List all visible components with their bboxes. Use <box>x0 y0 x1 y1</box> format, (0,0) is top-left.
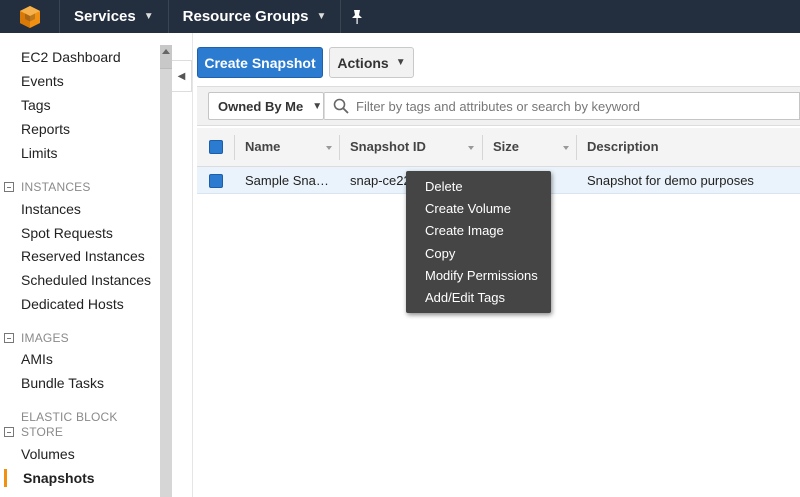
actions-button[interactable]: Actions ▼ <box>329 47 414 78</box>
section-title: STORE <box>21 425 64 439</box>
resource-groups-menu[interactable]: Resource Groups ▼ <box>169 0 342 33</box>
section-title: INSTANCES <box>21 180 91 194</box>
collapse-sidebar-button[interactable]: ◀ <box>172 60 192 92</box>
sidebar-section-images[interactable]: IMAGES <box>4 331 69 345</box>
search-placeholder: Filter by tags and attributes or search … <box>356 98 640 114</box>
sort-icon[interactable] <box>563 146 569 150</box>
sidebar-item-volumes[interactable]: Volumes <box>21 446 75 462</box>
select-all-checkbox[interactable] <box>209 140 223 154</box>
menu-item-modify-permissions[interactable]: Modify Permissions <box>425 268 538 283</box>
sidebar-item-dedicated-hosts[interactable]: Dedicated Hosts <box>21 296 124 312</box>
owner-filter-value: Owned By Me <box>218 98 304 114</box>
aws-cube-icon[interactable] <box>0 0 60 33</box>
sidebar-item-ec2-dashboard[interactable]: EC2 Dashboard <box>21 49 121 65</box>
search-icon <box>333 98 349 114</box>
column-header-name[interactable]: Name <box>245 139 280 154</box>
column-divider <box>339 135 340 160</box>
menu-item-add-edit-tags[interactable]: Add/Edit Tags <box>425 290 505 305</box>
sidebar-item-tags[interactable]: Tags <box>21 97 51 113</box>
menu-item-copy[interactable]: Copy <box>425 246 455 261</box>
column-divider <box>234 135 235 160</box>
sort-icon[interactable] <box>326 146 332 150</box>
chevron-left-icon: ◀ <box>177 70 186 82</box>
cell-description: Snapshot for demo purposes <box>587 173 754 188</box>
chevron-down-icon: ▼ <box>312 100 323 112</box>
column-header-snapshot-id[interactable]: Snapshot ID <box>350 139 426 154</box>
owner-filter-select[interactable]: Owned By Me ▼ <box>208 92 324 120</box>
sidebar-item-amis[interactable]: AMIs <box>21 351 53 367</box>
services-label: Services <box>74 8 136 25</box>
collapse-icon[interactable] <box>4 182 14 192</box>
top-navigation-bar: Services ▼ Resource Groups ▼ <box>0 0 800 33</box>
sort-icon[interactable] <box>468 146 474 150</box>
column-header-description[interactable]: Description <box>587 139 659 154</box>
sidebar-item-reserved-instances[interactable]: Reserved Instances <box>21 248 145 264</box>
sidebar-section-ebs[interactable]: STORE <box>4 425 63 439</box>
sidebar-section-instances[interactable]: INSTANCES <box>4 180 91 194</box>
sidebar-item-instances[interactable]: Instances <box>21 201 81 217</box>
menu-item-create-volume[interactable]: Create Volume <box>425 201 511 216</box>
cell-name: Sample Sna… <box>245 173 329 188</box>
services-menu[interactable]: Services ▼ <box>60 0 169 33</box>
section-title: IMAGES <box>21 331 69 345</box>
menu-item-create-image[interactable]: Create Image <box>425 223 504 238</box>
sidebar-item-spot-requests[interactable]: Spot Requests <box>21 225 113 241</box>
active-indicator <box>4 469 7 487</box>
chevron-down-icon: ▼ <box>316 11 327 22</box>
column-divider <box>576 135 577 160</box>
sidebar-item-reports[interactable]: Reports <box>21 121 70 137</box>
resource-groups-label: Resource Groups <box>182 8 309 25</box>
create-snapshot-button[interactable]: Create Snapshot <box>197 47 323 78</box>
pin-icon[interactable] <box>341 0 373 33</box>
column-divider <box>482 135 483 160</box>
row-checkbox[interactable] <box>209 174 223 188</box>
chevron-down-icon: ▼ <box>395 57 406 68</box>
chevron-down-icon: ▼ <box>143 11 154 22</box>
sidebar-item-limits[interactable]: Limits <box>21 145 58 161</box>
sidebar-item-snapshots[interactable]: Snapshots <box>23 470 95 486</box>
collapse-icon[interactable] <box>4 333 14 343</box>
scroll-up-icon[interactable] <box>162 49 170 54</box>
menu-item-delete[interactable]: Delete <box>425 179 463 194</box>
collapse-icon[interactable] <box>4 427 14 437</box>
sidebar-section-ebs-line1: ELASTIC BLOCK <box>21 410 118 424</box>
column-header-size[interactable]: Size <box>493 139 519 154</box>
search-input[interactable]: Filter by tags and attributes or search … <box>324 92 800 120</box>
sidebar-scrollbar[interactable] <box>160 45 172 497</box>
sidebar-item-scheduled-instances[interactable]: Scheduled Instances <box>21 272 151 288</box>
context-menu: Delete Create Volume Create Image Copy M… <box>406 171 551 313</box>
sidebar-item-bundle-tasks[interactable]: Bundle Tasks <box>21 375 104 391</box>
cell-snapshot-id: snap-ce22 <box>350 173 411 188</box>
sidebar-nav: EC2 Dashboard Events Tags Reports Limits… <box>0 33 160 497</box>
actions-label: Actions <box>337 54 389 71</box>
sidebar-item-events[interactable]: Events <box>21 73 64 89</box>
